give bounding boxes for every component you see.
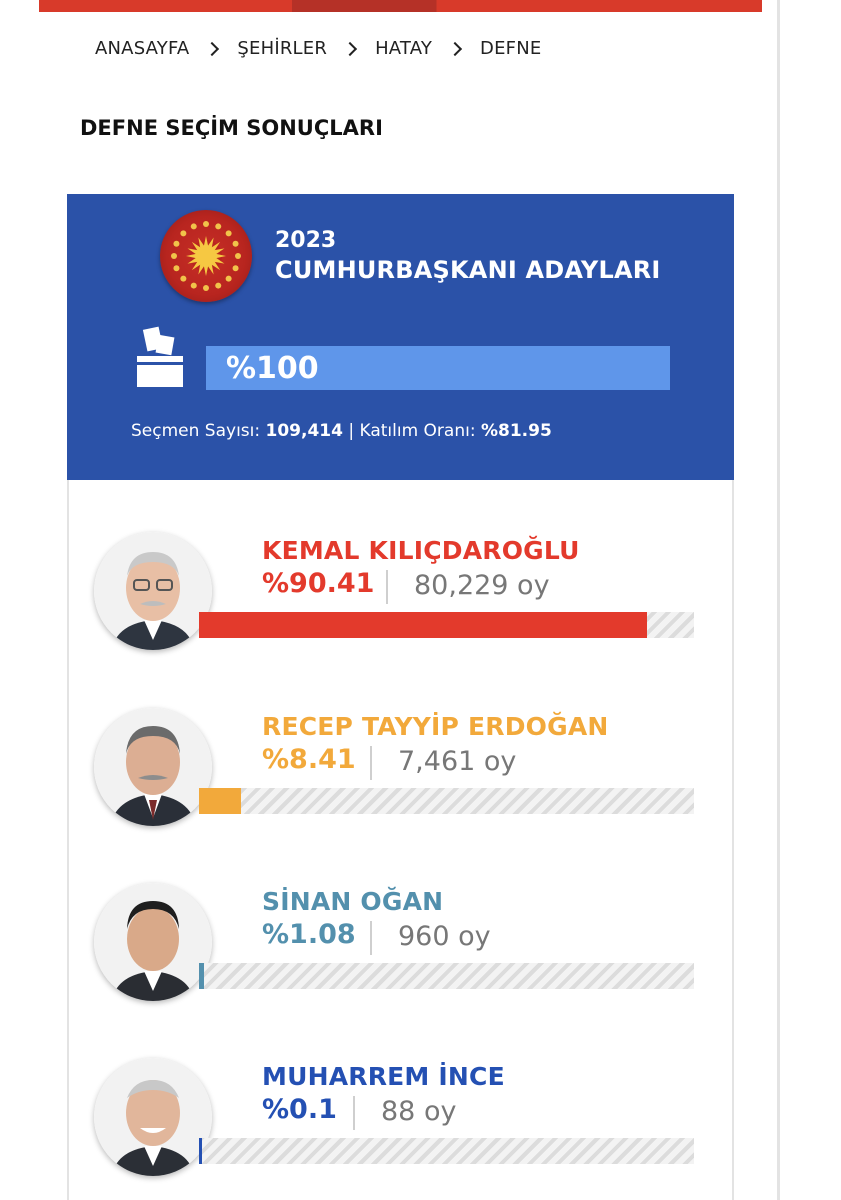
stats-separator: | bbox=[348, 421, 355, 441]
seal-star bbox=[203, 221, 209, 227]
candidate-row[interactable]: RECEP TAYYİP ERDOĞAN %8.41 7,461 oy bbox=[94, 708, 734, 838]
count-progress-label: %100 bbox=[226, 351, 319, 386]
divider bbox=[386, 570, 388, 604]
seal-star bbox=[215, 282, 222, 289]
seal-star bbox=[180, 275, 187, 282]
seal-star bbox=[225, 230, 232, 237]
chevron-right-icon bbox=[205, 41, 220, 56]
candidate-name: RECEP TAYYİP ERDOĞAN bbox=[262, 712, 609, 741]
election-year: 2023 bbox=[275, 228, 337, 253]
candidate-votes: 80,229 oy bbox=[414, 570, 550, 601]
candidate-row[interactable]: MUHARREM İNCE %0.1 88 oy bbox=[94, 1058, 734, 1188]
candidate-bar-fill bbox=[199, 788, 241, 814]
candidate-percent: %8.41 bbox=[262, 744, 356, 775]
breadcrumb-home[interactable]: ANASAYFA bbox=[95, 38, 189, 59]
seal-star bbox=[173, 265, 180, 272]
ballot-box-icon bbox=[135, 326, 185, 390]
candidate-bar bbox=[199, 963, 694, 989]
seal-star bbox=[235, 253, 241, 259]
candidate-photo bbox=[94, 708, 212, 826]
seal-star bbox=[180, 230, 187, 237]
turnout-value: %81.95 bbox=[480, 421, 552, 441]
candidate-bar-fill bbox=[199, 1138, 202, 1164]
breadcrumb-province[interactable]: HATAY bbox=[375, 38, 432, 59]
breadcrumb-cities[interactable]: ŞEHİRLER bbox=[237, 38, 327, 59]
top-accent-bar bbox=[39, 0, 762, 12]
turnout-label: Katılım Oranı: bbox=[359, 421, 476, 441]
candidate-bar bbox=[199, 788, 694, 814]
chevron-right-icon bbox=[447, 41, 463, 56]
candidate-name: KEMAL KILIÇDAROĞLU bbox=[262, 536, 580, 565]
candidate-name: MUHARREM İNCE bbox=[262, 1062, 505, 1091]
presidential-seal-icon bbox=[160, 210, 252, 302]
seal-star bbox=[173, 240, 180, 247]
seal-star bbox=[203, 285, 209, 291]
voters-value: 109,414 bbox=[265, 421, 343, 441]
seal-star bbox=[190, 223, 197, 230]
candidate-photo bbox=[94, 1058, 212, 1176]
seal-star bbox=[232, 240, 239, 247]
count-progress-bar: %100 bbox=[206, 346, 670, 390]
election-title: CUMHURBAŞKANI ADAYLARI bbox=[275, 256, 661, 284]
turnout-stats: Seçmen Sayısı: 109,414 | Katılım Oranı: … bbox=[131, 421, 552, 441]
divider bbox=[370, 921, 372, 955]
candidate-bar bbox=[199, 612, 694, 638]
candidate-photo bbox=[94, 883, 212, 1001]
divider bbox=[353, 1096, 355, 1130]
candidate-votes: 7,461 oy bbox=[398, 746, 517, 777]
seal-star bbox=[190, 282, 197, 289]
seal-star bbox=[232, 265, 239, 272]
candidate-percent: %0.1 bbox=[262, 1094, 337, 1125]
breadcrumb-district[interactable]: DEFNE bbox=[480, 38, 541, 59]
voters-label: Seçmen Sayısı: bbox=[131, 421, 261, 441]
seal-star bbox=[215, 223, 222, 230]
results-header: 2023 CUMHURBAŞKANI ADAYLARI %100 Seçmen … bbox=[67, 194, 734, 480]
candidate-row[interactable]: SİNAN OĞAN %1.08 960 oy bbox=[94, 883, 734, 1013]
candidate-percent: %1.08 bbox=[262, 919, 356, 950]
candidate-bar-fill bbox=[199, 963, 205, 989]
chevron-right-icon bbox=[342, 41, 358, 56]
seal-star bbox=[225, 275, 232, 282]
candidate-name: SİNAN OĞAN bbox=[262, 887, 444, 916]
candidate-votes: 960 oy bbox=[398, 921, 491, 952]
page-title: DEFNE SEÇİM SONUÇLARI bbox=[80, 116, 383, 140]
candidate-photo bbox=[94, 532, 212, 650]
breadcrumb: ANASAYFA ŞEHİRLER HATAY DEFNE bbox=[95, 38, 541, 59]
candidate-bar-fill bbox=[199, 612, 647, 638]
seal-star bbox=[171, 253, 177, 259]
candidate-row[interactable]: KEMAL KILIÇDAROĞLU %90.41 80,229 oy bbox=[94, 532, 734, 662]
candidate-percent: %90.41 bbox=[262, 568, 375, 599]
candidate-bar bbox=[199, 1138, 694, 1164]
candidate-votes: 88 oy bbox=[381, 1096, 457, 1127]
right-divider bbox=[777, 0, 780, 1200]
divider bbox=[370, 746, 372, 780]
results-card: 2023 CUMHURBAŞKANI ADAYLARI %100 Seçmen … bbox=[67, 194, 734, 1200]
